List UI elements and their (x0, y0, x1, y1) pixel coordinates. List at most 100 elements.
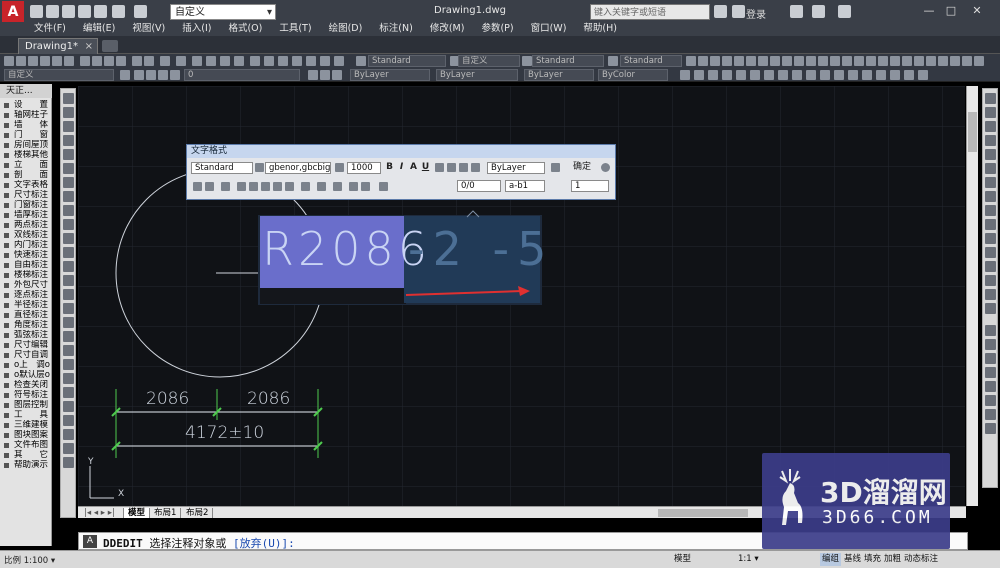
text-format-title[interactable]: 文字格式 (187, 145, 615, 158)
tool-icon[interactable] (830, 56, 840, 66)
dimension-text-total[interactable]: 4172±10 (185, 423, 264, 443)
move-icon[interactable] (985, 163, 996, 174)
properties-icon[interactable] (250, 56, 260, 66)
palette-item[interactable]: 工 具 (0, 410, 52, 420)
tool-icon[interactable] (710, 56, 720, 66)
tool-icon[interactable] (848, 70, 858, 80)
tool-icon[interactable] (308, 70, 318, 80)
ruler-icon[interactable] (551, 163, 560, 172)
tool-icon[interactable] (722, 70, 732, 80)
exchange-icon[interactable] (790, 5, 803, 18)
tool-icon[interactable] (778, 70, 788, 80)
annotative-icon[interactable] (335, 163, 344, 172)
tool-icon[interactable] (92, 56, 102, 66)
tool-icon[interactable] (792, 70, 802, 80)
palette-item[interactable]: 两点标注 (0, 220, 52, 230)
palette-item[interactable]: 逐点标注 (0, 290, 52, 300)
polyline-icon[interactable] (63, 121, 74, 132)
tool-icon[interactable] (782, 56, 792, 66)
tool-icon[interactable] (794, 56, 804, 66)
menu-file[interactable]: 文件(F) (34, 22, 66, 36)
tool-icon[interactable] (686, 56, 696, 66)
menu-parametric[interactable]: 参数(P) (481, 22, 513, 36)
palette-item[interactable]: 弧弦标注 (0, 330, 52, 340)
tool-icon[interactable] (985, 381, 996, 392)
table-icon[interactable] (63, 331, 74, 342)
polygon-icon[interactable] (63, 135, 74, 146)
palette-item[interactable]: 文件布图 (0, 440, 52, 450)
menu-dimension[interactable]: 标注(N) (379, 22, 413, 36)
color-select[interactable]: ByLayer (350, 69, 430, 81)
palette-item[interactable]: 文字表格 (0, 180, 52, 190)
mtext-justify-icon[interactable] (205, 182, 214, 191)
align-left-icon[interactable] (237, 182, 246, 191)
tool-icon[interactable] (63, 429, 74, 440)
fillet-icon[interactable] (985, 289, 996, 300)
tool-icon[interactable] (63, 373, 74, 384)
explode-icon[interactable] (985, 303, 996, 314)
tool-icon[interactable] (902, 56, 912, 66)
tool-icon[interactable] (938, 56, 948, 66)
tool-icon[interactable] (985, 339, 996, 350)
scale-select[interactable]: 比例 1:100 ▾ (4, 554, 55, 566)
tool-icon[interactable] (708, 70, 718, 80)
tool-icon[interactable] (820, 70, 830, 80)
tool-icon[interactable] (854, 56, 864, 66)
palette-item[interactable]: 墙厚标注 (0, 210, 52, 220)
tab-nav-arrows[interactable]: |◂ ◂ ▸ ▸| (80, 508, 124, 518)
tool-icon[interactable] (16, 56, 26, 66)
tool-icon[interactable] (736, 70, 746, 80)
mtext-selected-text[interactable]: R2086 (262, 222, 431, 276)
maximize-button[interactable]: □ (942, 3, 960, 19)
tab-layout2[interactable]: 布局2 (182, 508, 214, 518)
help-icon[interactable] (838, 5, 851, 18)
add-selected-icon[interactable] (63, 359, 74, 370)
overline-icon[interactable] (435, 163, 444, 172)
palette-item[interactable]: 外包尺寸 (0, 280, 52, 290)
design-center-icon[interactable] (264, 56, 274, 66)
model-button[interactable]: 模型 (672, 553, 693, 566)
palette-item[interactable]: 轴网柱子 (0, 110, 52, 120)
palette-item[interactable]: 楼梯标注 (0, 270, 52, 280)
spline-icon[interactable] (63, 205, 74, 216)
open-file-icon[interactable] (46, 5, 59, 18)
make-block-icon[interactable] (63, 261, 74, 272)
tool-icon[interactable] (144, 56, 154, 66)
ellipse-arc-icon[interactable] (63, 233, 74, 244)
text-height-select[interactable]: 1000 (347, 162, 381, 174)
palette-item[interactable]: 帮助演示 (0, 460, 52, 470)
close-button[interactable]: ✕ (968, 3, 986, 19)
tool-icon[interactable] (63, 415, 74, 426)
scale-icon[interactable] (985, 191, 996, 202)
text-color-select[interactable]: ByLayer (487, 162, 545, 174)
layer-select[interactable]: 0 (184, 69, 300, 81)
symbol-icon[interactable] (379, 182, 388, 191)
dimension-text-right[interactable]: 2086 (247, 389, 290, 409)
distribute-icon[interactable] (285, 182, 294, 191)
login-button[interactable]: 登录 (746, 6, 766, 21)
tool-icon[interactable] (890, 56, 900, 66)
oblique-angle-input[interactable]: 0/0 (457, 180, 501, 192)
erase-icon[interactable] (985, 93, 996, 104)
palette-item[interactable]: 立 面 (0, 160, 52, 170)
tool-icon[interactable] (734, 56, 744, 66)
palette-item[interactable]: 快速标注 (0, 250, 52, 260)
palette-item[interactable]: 自由标注 (0, 260, 52, 270)
align-center-icon[interactable] (249, 182, 258, 191)
palette-item[interactable]: 检查关闭 (0, 380, 52, 390)
lowercase-icon[interactable] (361, 182, 370, 191)
vertical-scrollbar[interactable] (966, 86, 978, 506)
tool-icon[interactable] (962, 56, 972, 66)
trim-icon[interactable] (985, 219, 996, 230)
annotation-scale-select[interactable]: 1:1 ▾ (736, 553, 761, 566)
numbering-icon[interactable] (317, 182, 326, 191)
menu-modify[interactable]: 修改(M) (430, 22, 465, 36)
line-icon[interactable] (63, 93, 74, 104)
palette-item[interactable]: 半径标注 (0, 300, 52, 310)
dim-style-select[interactable]: Standard (532, 55, 604, 67)
horizontal-scroll-thumb[interactable] (658, 509, 748, 517)
dimension-text-left[interactable]: 2086 (146, 389, 189, 409)
revcloud-icon[interactable] (63, 191, 74, 202)
undo-icon[interactable] (447, 163, 456, 172)
palette-item[interactable]: 楼梯其他 (0, 150, 52, 160)
